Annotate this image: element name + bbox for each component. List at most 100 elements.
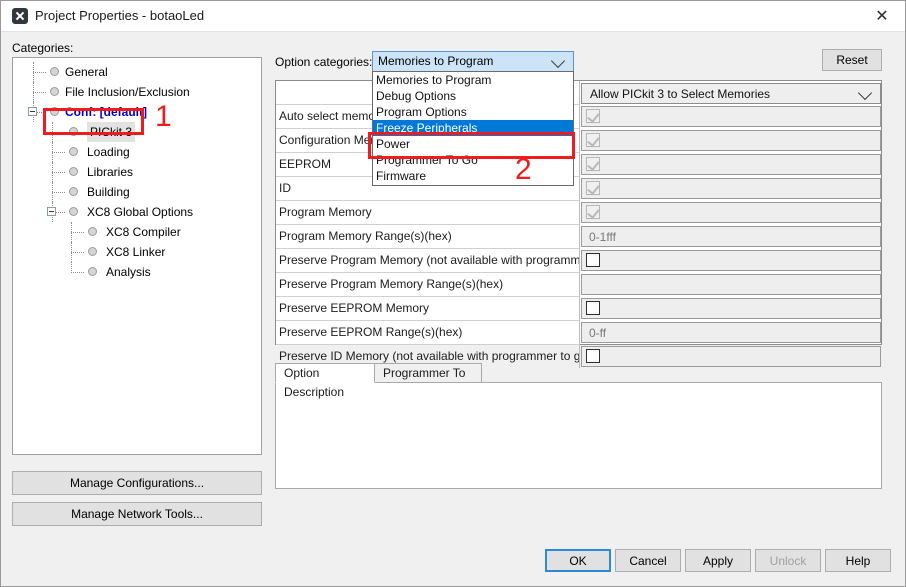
sidebar-item-label: Building (87, 185, 130, 199)
option-value-cell (581, 106, 881, 127)
sidebar-item-building[interactable]: Building (13, 182, 261, 202)
sidebar-item-xc8-global-options[interactable]: XC8 Global Options (13, 202, 261, 222)
tree-connector-line (52, 162, 54, 182)
sidebar-item-conf-default[interactable]: Conf: [default] (13, 102, 261, 122)
manage-configurations-button[interactable]: Manage Configurations... (12, 471, 262, 495)
option-value-cell[interactable] (581, 274, 881, 295)
table-row[interactable]: Preserve EEPROM Range(s)(hex) 0-ff (276, 320, 881, 344)
sidebar-item-general[interactable]: General (13, 62, 261, 82)
tree-collapse-icon[interactable] (47, 207, 56, 216)
dropdown-option-program-options[interactable]: Program Options (373, 104, 573, 120)
apply-button[interactable]: Apply (685, 549, 751, 572)
memories-select-value: Allow PICkit 3 to Select Memories (590, 87, 771, 101)
table-row[interactable]: Program Memory (276, 200, 881, 224)
option-value-cell (581, 130, 881, 151)
chevron-down-icon (550, 53, 566, 69)
tree-connector-line (33, 62, 35, 82)
tree-node-icon (50, 107, 59, 116)
tree-node-icon (69, 207, 78, 216)
table-row[interactable]: Preserve Program Memory (not available w… (276, 248, 881, 272)
sidebar-item-libraries[interactable]: Libraries (13, 162, 261, 182)
option-categories-combobox[interactable]: Memories to Program (372, 51, 574, 72)
option-checkbox (586, 205, 600, 219)
table-row[interactable]: EEPROM (276, 152, 881, 176)
option-checkbox[interactable] (586, 301, 600, 315)
option-checkbox[interactable] (586, 349, 600, 363)
dropdown-option-freeze-peripherals[interactable]: Freeze Peripherals (373, 120, 573, 136)
memories-select-combobox[interactable]: Allow PICkit 3 to Select Memories (581, 83, 881, 104)
ok-button[interactable]: OK (545, 549, 611, 572)
title-bar: Project Properties - botaoLed ✕ (1, 1, 905, 32)
tree-connector-line (52, 182, 54, 202)
categories-label: Categories: (12, 41, 74, 55)
table-row[interactable]: Preserve EEPROM Memory (276, 296, 881, 320)
sidebar-item-label: PICkit 3 (87, 122, 136, 142)
dropdown-option-memories-to-program[interactable]: Memories to Program (373, 72, 573, 88)
dropdown-option-power[interactable]: Power (373, 136, 573, 152)
option-value-cell (581, 202, 881, 223)
sidebar-item-label: XC8 Compiler (106, 225, 181, 239)
categories-tree[interactable]: General File Inclusion/Exclusion Conf: [de… (12, 57, 262, 455)
table-row[interactable]: Configuration Memory (276, 128, 881, 152)
dropdown-option-firmware[interactable]: Firmware (373, 168, 573, 184)
annotation-number-2: 2 (515, 153, 532, 186)
tab-option-description[interactable]: Option Description (275, 363, 375, 399)
option-categories-dropdown-list[interactable]: Memories to Program Debug Options Program … (372, 71, 574, 186)
reset-button[interactable]: Reset (822, 49, 882, 71)
sidebar-item-xc8-compiler[interactable]: XC8 Compiler (13, 222, 261, 242)
tree-connector-line (71, 242, 73, 262)
sidebar-item-file-inclusion-exclusion[interactable]: File Inclusion/Exclusion (13, 82, 261, 102)
sidebar-item-label: Analysis (106, 265, 151, 279)
table-row[interactable]: ID (276, 176, 881, 200)
cancel-button[interactable]: Cancel (615, 549, 681, 572)
sidebar-item-label: Conf: [default] (65, 105, 147, 119)
help-button[interactable]: Help (825, 549, 891, 572)
options-table: Allow PICkit 3 to Select Memories Auto s… (275, 80, 882, 368)
tab-programmer-to-go[interactable]: Programmer To Go (374, 363, 482, 399)
table-row[interactable]: Preserve Program Memory Range(s)(hex) (276, 272, 881, 296)
sidebar-item-label: General (65, 65, 108, 79)
option-checkbox (586, 157, 600, 171)
option-name-cell: Preserve EEPROM Memory (276, 296, 580, 320)
tree-connector-line (52, 122, 54, 142)
sidebar-item-pickit-3[interactable]: PICkit 3 (13, 122, 261, 142)
option-value-cell[interactable]: 0-ff (581, 322, 881, 343)
option-value-cell (581, 298, 881, 319)
window-title: Project Properties - botaoLed (35, 8, 205, 23)
option-name-cell: Preserve Program Memory (not available w… (276, 248, 580, 272)
option-name-cell: Program Memory Range(s)(hex) (276, 224, 580, 248)
option-name-cell: Preserve EEPROM Range(s)(hex) (276, 320, 580, 344)
tree-node-icon (69, 187, 78, 196)
unlock-button: Unlock (755, 549, 821, 572)
tree-connector-line (71, 262, 73, 273)
sidebar-item-loading[interactable]: Loading (13, 142, 261, 162)
tree-connector-line (52, 142, 54, 162)
sidebar-item-xc8-linker[interactable]: XC8 Linker (13, 242, 261, 262)
tree-node-icon (50, 67, 59, 76)
chevron-down-icon (857, 85, 873, 101)
description-tabs: Option DescriptionProgrammer To Go (275, 363, 882, 399)
app-x-badge-icon (12, 8, 28, 24)
sidebar-item-label: XC8 Linker (106, 245, 166, 259)
tree-collapse-icon[interactable] (28, 107, 37, 116)
dropdown-option-programmer-to-go[interactable]: Programmer To Go (373, 152, 573, 168)
sidebar-item-label: File Inclusion/Exclusion (65, 85, 190, 99)
sidebar-item-label: Libraries (87, 165, 134, 179)
table-row[interactable]: Auto select memories and ranges (276, 104, 881, 128)
options-table-header: Allow PICkit 3 to Select Memories (276, 81, 881, 104)
option-categories-label: Option categories: (275, 55, 373, 69)
close-icon[interactable]: ✕ (859, 1, 905, 31)
option-name-cell: Preserve Program Memory Range(s)(hex) (276, 272, 580, 296)
option-description-panel (275, 382, 882, 489)
table-row[interactable]: Program Memory Range(s)(hex) 0-1fff (276, 224, 881, 248)
option-value-cell[interactable]: 0-1fff (581, 226, 881, 247)
sidebar-item-analysis[interactable]: Analysis (13, 262, 261, 282)
option-checkbox[interactable] (586, 253, 600, 267)
tree-node-icon (88, 227, 97, 236)
tree-node-icon (50, 87, 59, 96)
option-value-cell (581, 250, 881, 271)
dropdown-option-debug-options[interactable]: Debug Options (373, 88, 573, 104)
manage-network-tools-button[interactable]: Manage Network Tools... (12, 502, 262, 526)
tree-node-icon (69, 167, 78, 176)
option-value-cell (581, 178, 881, 199)
